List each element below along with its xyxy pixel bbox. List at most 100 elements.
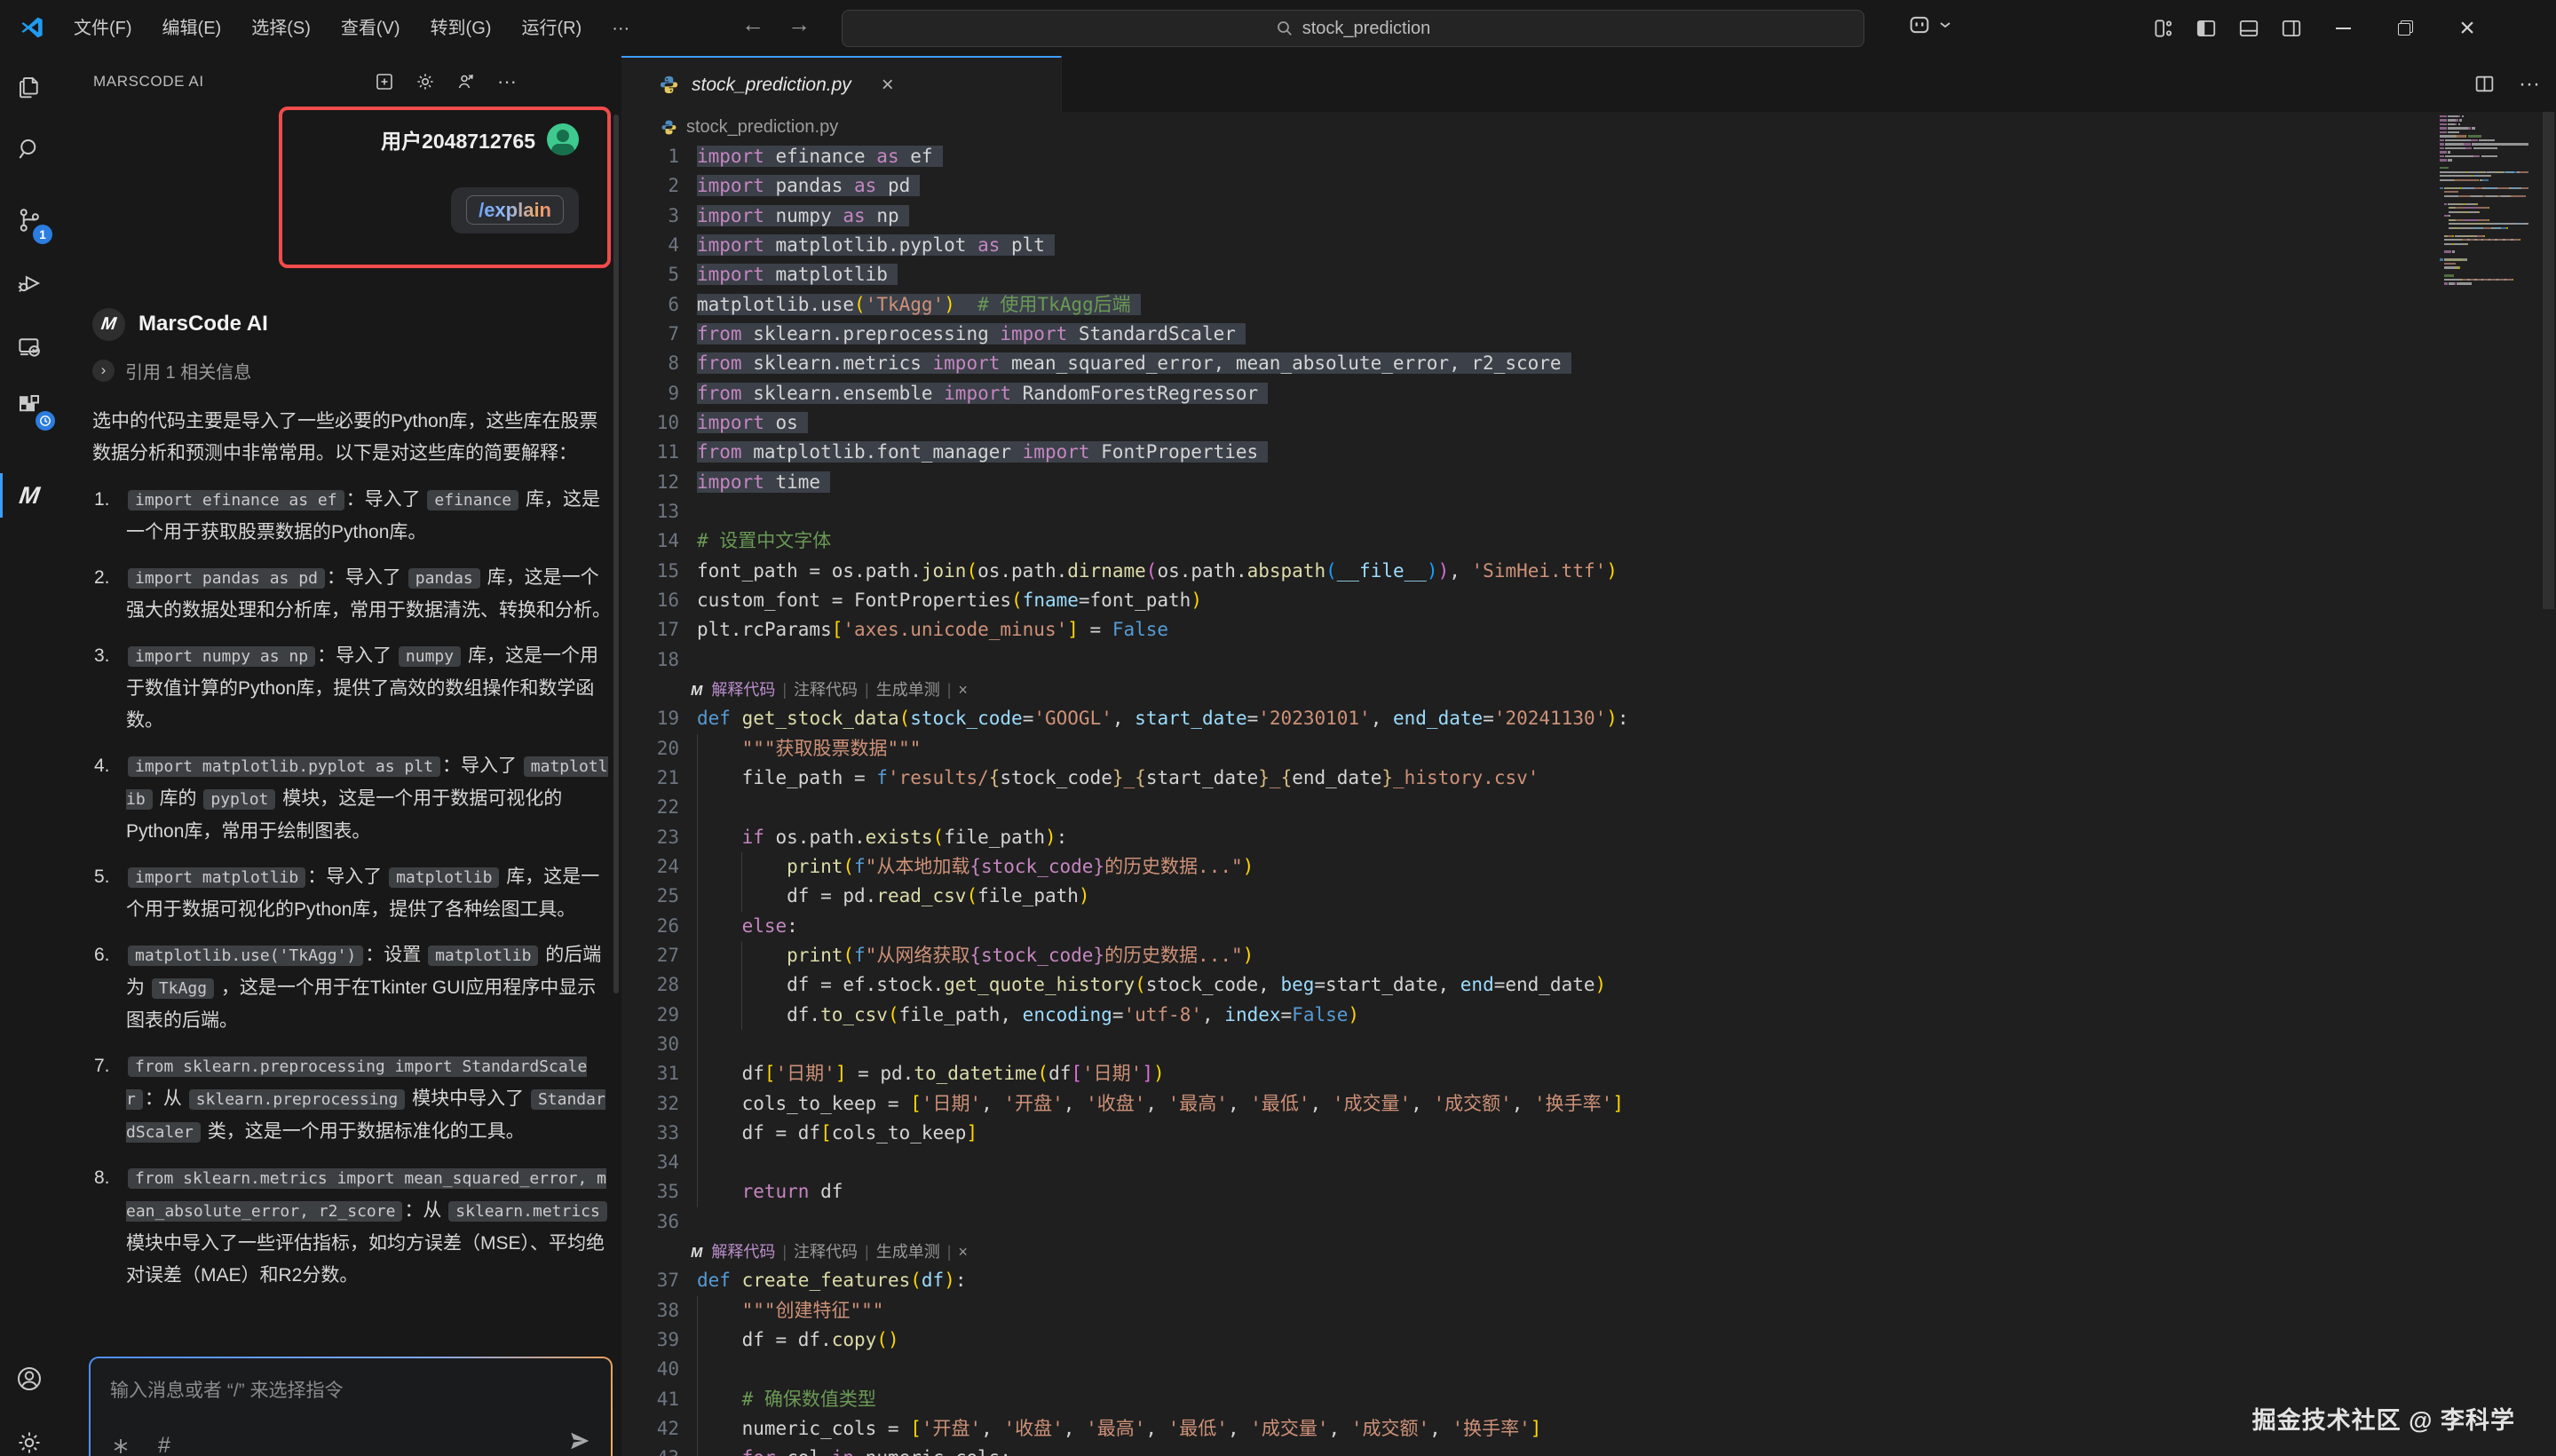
extensions-clock-badge	[36, 411, 55, 431]
code-line: 33 df = df[cols_to_keep]	[621, 1119, 2556, 1148]
code-token: if	[742, 827, 764, 848]
menu-item-0[interactable]: 文件(F)	[59, 11, 147, 46]
slash-command-icon[interactable]	[110, 1436, 131, 1456]
code-token: sklearn.preprocessing	[742, 323, 1001, 344]
line-number: 19	[621, 704, 679, 733]
code-token: f	[876, 767, 888, 788]
codelens-action[interactable]: 注释代码	[794, 681, 858, 699]
new-chat-button[interactable]	[371, 68, 398, 95]
panel-settings-icon[interactable]	[412, 68, 439, 95]
code-token: '成交额'	[1433, 1093, 1511, 1114]
tab-close-icon[interactable]: ×	[874, 73, 901, 98]
menu-item-4[interactable]: 转到(G)	[415, 11, 507, 46]
inline-code-chip: matplotlib	[428, 946, 538, 966]
sidebar-item-search[interactable]	[0, 122, 59, 177]
sidebar-item-explorer[interactable]	[0, 59, 59, 115]
toggle-sidebar-icon[interactable]	[2195, 17, 2218, 40]
minimap-line	[2440, 187, 2536, 189]
account-button[interactable]	[0, 1351, 59, 1406]
indent-guide	[697, 1385, 698, 1414]
minimap-line	[2440, 207, 2536, 209]
remote-monitor-icon	[16, 334, 43, 360]
code-token: )	[944, 1270, 955, 1291]
indent-guide	[697, 882, 698, 911]
code-token: copy	[832, 1329, 877, 1350]
code-token	[697, 1447, 742, 1456]
nav-forward-button[interactable]: →	[781, 11, 817, 38]
minimap[interactable]	[2440, 115, 2536, 287]
code-token	[697, 738, 742, 759]
minimap-line	[2440, 179, 2536, 181]
window-minimize-button[interactable]	[2312, 0, 2374, 56]
codelens-action[interactable]: 生成单测	[876, 1243, 940, 1261]
breadcrumb[interactable]: stock_prediction.py	[621, 112, 2556, 142]
menu-item-3[interactable]: 查看(V)	[326, 11, 415, 46]
code-token: as	[977, 234, 1000, 256]
sidebar-scrollbar[interactable]	[613, 115, 619, 993]
split-editor-icon[interactable]	[2473, 73, 2496, 95]
minimap-line	[2440, 159, 2536, 161]
code-line: 13	[621, 497, 2556, 526]
settings-gear-button[interactable]	[0, 1415, 59, 1456]
vscode-logo-icon	[20, 15, 44, 40]
explain-command-chip[interactable]: /explain	[466, 195, 564, 225]
editor-scrollbar[interactable]	[2543, 112, 2554, 609]
command-center-search[interactable]: stock_prediction	[842, 10, 1864, 47]
send-icon[interactable]	[568, 1429, 591, 1452]
explain-item: 2.import pandas as pd：导入了 pandas 库，这是一个强…	[92, 562, 611, 627]
minimap-line	[2440, 239, 2536, 241]
code-token: ,	[1449, 560, 1471, 582]
code-token: cols_to_keep	[832, 1122, 967, 1143]
code-token: import	[697, 146, 764, 167]
menu-item-1[interactable]: 编辑(E)	[147, 11, 237, 46]
codelens-close-icon[interactable]: ×	[958, 1243, 968, 1261]
toggle-panel-icon[interactable]	[2237, 17, 2260, 40]
code-token: def	[697, 708, 731, 729]
code-token: [	[910, 1093, 922, 1114]
sidebar-item-source-control[interactable]: 1	[0, 193, 59, 248]
code-token: read_csv	[876, 885, 966, 906]
code-token: (	[966, 560, 977, 582]
chat-input[interactable]: 输入消息或者 “/” 来选择指令 #	[91, 1358, 611, 1456]
codelens-close-icon[interactable]: ×	[958, 681, 968, 699]
sidebar-item-remote-explorer[interactable]	[0, 320, 59, 375]
share-profile-icon[interactable]	[453, 68, 479, 95]
watermark-text: 掘金技术社区 @ 李科学	[2252, 1401, 2515, 1436]
toggle-secondary-sidebar-icon[interactable]	[2280, 17, 2303, 40]
context-hash-icon[interactable]: #	[158, 1433, 170, 1456]
code-editor[interactable]: 1import efinance as ef2import pandas as …	[621, 142, 2556, 1456]
code-token: ,	[1310, 1093, 1333, 1114]
menu-item-5[interactable]: 运行(R)	[506, 11, 597, 46]
codelens-action[interactable]: 注释代码	[794, 1243, 858, 1261]
minimap-line	[2440, 279, 2536, 281]
line-number: 22	[621, 793, 679, 822]
codelens-action[interactable]: 解释代码	[711, 681, 775, 699]
marscode-icon: M	[18, 482, 42, 510]
reference-toggle[interactable]: › 引用 1 相关信息	[92, 358, 611, 383]
window-restore-button[interactable]	[2374, 0, 2436, 56]
copilot-menu-button[interactable]	[1907, 12, 1951, 37]
sidebar-item-run-debug[interactable]	[0, 256, 59, 311]
menu-more-button[interactable]: ···	[597, 11, 645, 46]
line-number: 16	[621, 586, 679, 615]
tab-stock-prediction[interactable]: stock_prediction.py ×	[621, 56, 1062, 112]
nav-back-button[interactable]: ←	[735, 11, 771, 38]
minimap-line	[2440, 243, 2536, 245]
code-token: [	[832, 619, 843, 640]
customize-layout-icon[interactable]	[2152, 17, 2175, 40]
panel-more-button[interactable]: ···	[494, 68, 520, 95]
minimap-line	[2440, 131, 2536, 133]
sidebar-item-extensions[interactable]	[0, 377, 59, 432]
code-token: df.	[697, 1004, 820, 1025]
minimap-line	[2440, 119, 2536, 121]
codelens-action[interactable]: 生成单测	[876, 681, 940, 699]
menu-item-2[interactable]: 选择(S)	[236, 11, 326, 46]
code-token: "从本地加载	[866, 856, 970, 877]
window-close-button[interactable]: ×	[2436, 0, 2498, 56]
code-token: end_date	[1292, 767, 1381, 788]
code-token: 的历史数据..."	[1104, 856, 1243, 877]
codelens-action[interactable]: 解释代码	[711, 1243, 775, 1261]
code-token: """获取股票数据"""	[742, 738, 922, 759]
editor-more-actions[interactable]: ···	[2519, 72, 2540, 97]
sidebar-item-marscode-ai[interactable]: M	[0, 468, 59, 523]
